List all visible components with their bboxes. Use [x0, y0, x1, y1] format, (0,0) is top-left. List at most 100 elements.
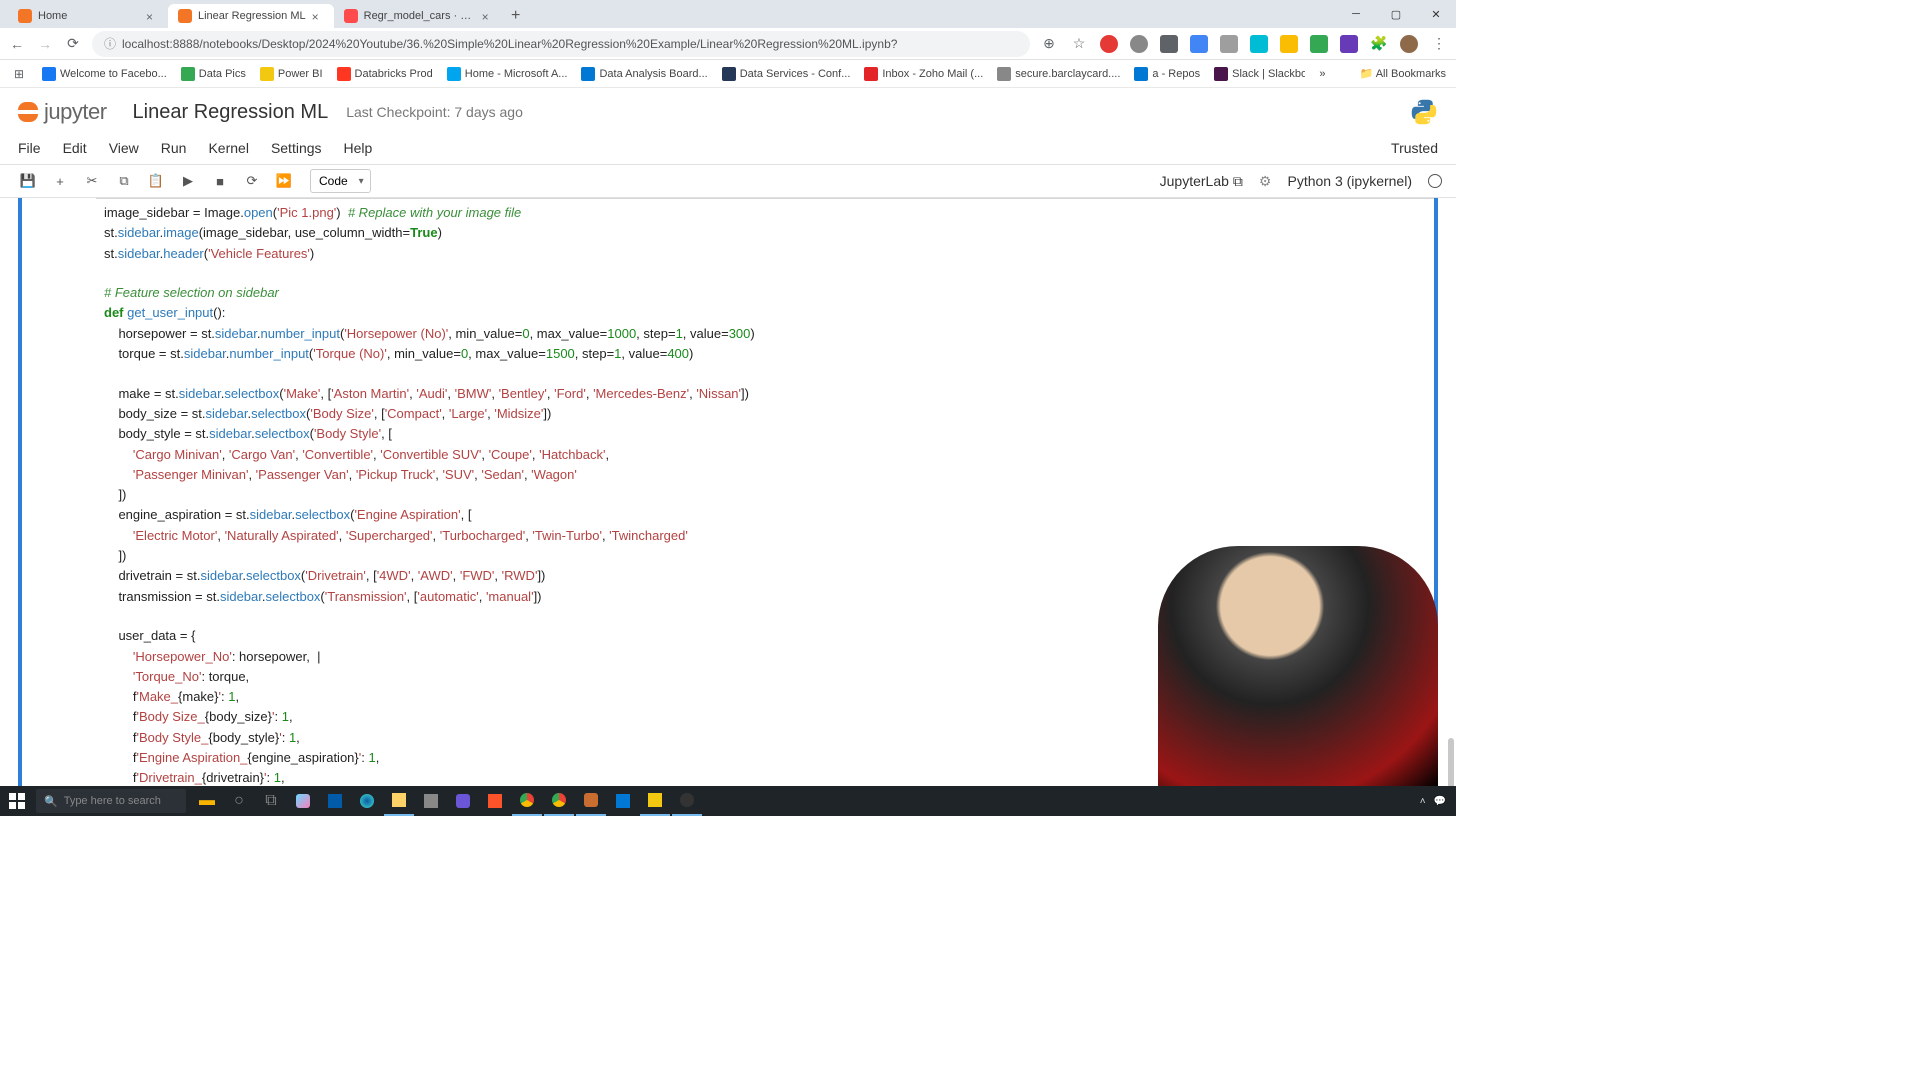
extension-icon[interactable] [1280, 35, 1298, 53]
extensions-button[interactable]: 🧩 [1370, 35, 1388, 53]
menu-settings[interactable]: Settings [271, 140, 322, 156]
menu-help[interactable]: Help [344, 140, 373, 156]
chrome-menu-button[interactable]: ⋮ [1430, 35, 1448, 53]
bookmark-item[interactable]: Databricks Prod [337, 67, 433, 81]
external-link-icon: ⧉ [1233, 173, 1243, 190]
cut-button[interactable]: ✂ [78, 168, 106, 194]
extension-icon[interactable] [1250, 35, 1268, 53]
extension-icon[interactable] [1340, 35, 1358, 53]
profile-avatar[interactable] [1400, 35, 1418, 53]
apps-icon[interactable]: ⊞ [10, 65, 28, 83]
start-button[interactable] [0, 786, 34, 816]
kernel-name[interactable]: Python 3 (ipykernel) [1287, 173, 1412, 189]
bookmark-label: secure.barclaycard.... [1015, 68, 1120, 80]
kernel-status-icon[interactable] [1428, 174, 1442, 188]
jupyterlab-link[interactable]: JupyterLab ⧉ [1160, 173, 1243, 190]
maximize-button[interactable]: ▢ [1376, 0, 1416, 28]
minimize-button[interactable]: ─ [1336, 0, 1376, 28]
tray-chevron-icon[interactable]: ˄ [1420, 796, 1426, 807]
bookmark-item[interactable]: Home - Microsoft A... [447, 67, 568, 81]
forward-button[interactable]: → [36, 35, 54, 53]
taskbar-app-icon[interactable] [448, 786, 478, 816]
taskbar-app-icon[interactable] [288, 786, 318, 816]
jupyter-logo[interactable]: jupyter [18, 99, 107, 125]
taskbar-app-icon[interactable]: ▬ [192, 786, 222, 816]
tab-close-icon[interactable]: × [146, 10, 158, 22]
taskbar-chrome-icon[interactable] [544, 786, 574, 816]
paste-button[interactable]: 📋 [142, 168, 170, 194]
scrollbar-thumb[interactable] [1448, 738, 1454, 786]
taskbar-chrome-icon[interactable] [512, 786, 542, 816]
back-button[interactable]: ← [8, 35, 26, 53]
checkpoint-text: Last Checkpoint: 7 days ago [346, 104, 523, 120]
taskbar-search[interactable]: 🔍 Type here to search [36, 789, 186, 813]
bookmark-item[interactable]: Inbox - Zoho Mail (... [864, 67, 983, 81]
notebook-title[interactable]: Linear Regression ML [133, 101, 329, 124]
taskbar-brave-icon[interactable] [480, 786, 510, 816]
taskbar-app-icon[interactable] [416, 786, 446, 816]
extension-icon[interactable] [1190, 35, 1208, 53]
site-info-icon[interactable]: ⓘ [104, 35, 116, 52]
restart-button[interactable]: ⟳ [238, 168, 266, 194]
settings-icon[interactable]: ⚙ [1259, 173, 1272, 190]
menu-kernel[interactable]: Kernel [208, 140, 248, 156]
extension-icon[interactable] [1100, 35, 1118, 53]
bookmark-item[interactable]: a - Repos [1134, 67, 1200, 81]
cell-type-select[interactable]: Code [310, 169, 371, 193]
jupyter-toolbar: 💾 + ✂ ⧉ 📋 ▶ ■ ⟳ ⏩ Code JupyterLab ⧉ ⚙ Py… [0, 164, 1456, 198]
menu-edit[interactable]: Edit [63, 140, 87, 156]
taskbar-powerbi-icon[interactable] [640, 786, 670, 816]
extension-icon[interactable] [1220, 35, 1238, 53]
reload-button[interactable]: ⟳ [64, 35, 82, 53]
save-button[interactable]: 💾 [14, 168, 42, 194]
taskbar-cortana-icon[interactable]: ○ [224, 786, 254, 816]
jupyter-favicon [178, 9, 192, 23]
system-tray[interactable]: ˄ 💬 [1420, 796, 1456, 807]
bookmarks-overflow[interactable]: » [1319, 68, 1325, 80]
taskbar-explorer-icon[interactable] [384, 786, 414, 816]
taskbar-app-icon[interactable] [320, 786, 350, 816]
trusted-indicator[interactable]: Trusted [1391, 140, 1438, 156]
taskbar-vscode-icon[interactable] [608, 786, 638, 816]
zoom-icon[interactable]: ⊕ [1040, 35, 1058, 53]
tab-close-icon[interactable]: × [312, 10, 324, 22]
insert-cell-button[interactable]: + [46, 168, 74, 194]
bookmark-label: Data Pics [199, 68, 246, 80]
extension-icon[interactable] [1160, 35, 1178, 53]
new-tab-button[interactable]: + [504, 4, 528, 28]
bookmark-star-icon[interactable]: ☆ [1070, 35, 1088, 53]
bookmark-label: Slack | Slackbot | En... [1232, 68, 1305, 80]
tab-close-icon[interactable]: × [482, 10, 494, 22]
browser-tab-active[interactable]: Linear Regression ML × [168, 4, 334, 28]
browser-tab[interactable]: Regr_model_cars · Streamlit × [334, 4, 504, 28]
bookmark-item[interactable]: secure.barclaycard.... [997, 67, 1120, 81]
menu-run[interactable]: Run [161, 140, 187, 156]
bookmark-label: Power BI [278, 68, 323, 80]
address-bar[interactable]: ⓘ localhost:8888/notebooks/Desktop/2024%… [92, 31, 1030, 57]
extension-icon[interactable] [1130, 35, 1148, 53]
tray-notification-icon[interactable]: 💬 [1434, 796, 1446, 807]
close-window-button[interactable]: ✕ [1416, 0, 1456, 28]
stop-button[interactable]: ■ [206, 168, 234, 194]
bookmark-favicon [864, 67, 878, 81]
copy-button[interactable]: ⧉ [110, 168, 138, 194]
webcam-overlay [1158, 546, 1438, 786]
taskbar-taskview-icon[interactable]: ⧉ [256, 786, 286, 816]
extension-icon[interactable] [1310, 35, 1328, 53]
bookmark-item[interactable]: Data Services - Conf... [722, 67, 851, 81]
bookmark-item[interactable]: Welcome to Facebo... [42, 67, 167, 81]
run-all-button[interactable]: ⏩ [270, 168, 298, 194]
bookmark-favicon [181, 67, 195, 81]
bookmark-item[interactable]: Slack | Slackbot | En... [1214, 67, 1305, 81]
run-button[interactable]: ▶ [174, 168, 202, 194]
taskbar-obs-icon[interactable] [672, 786, 702, 816]
taskbar-edge-icon[interactable] [352, 786, 382, 816]
bookmark-item[interactable]: Power BI [260, 67, 323, 81]
all-bookmarks-button[interactable]: 📁 All Bookmarks [1360, 67, 1446, 80]
menu-view[interactable]: View [109, 140, 139, 156]
taskbar-app-icon[interactable] [576, 786, 606, 816]
menu-file[interactable]: File [18, 140, 41, 156]
bookmark-item[interactable]: Data Analysis Board... [581, 67, 707, 81]
browser-tab[interactable]: Home × [8, 4, 168, 28]
bookmark-item[interactable]: Data Pics [181, 67, 246, 81]
